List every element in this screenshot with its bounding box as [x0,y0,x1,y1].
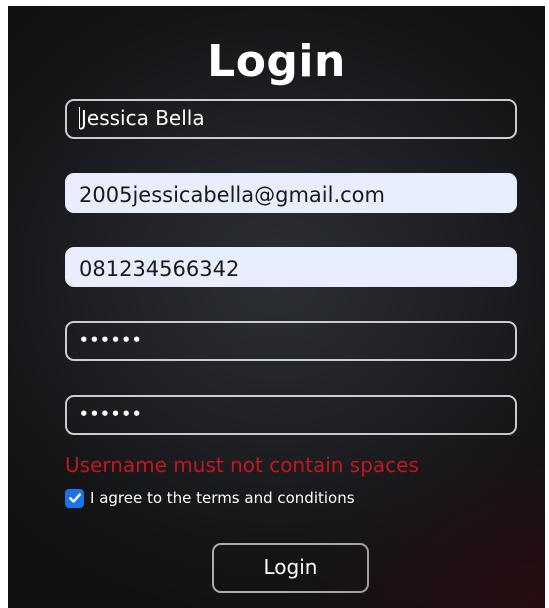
name-field-value: Jessica Bella [81,106,205,130]
confirm-password-field[interactable]: •••••• [65,395,517,435]
login-button[interactable]: Login [212,543,369,593]
name-field[interactable]: Jessica Bella [65,99,517,139]
phone-field[interactable]: 081234566342 [65,247,517,287]
email-field[interactable]: 2005jessicabella@gmail.com [65,173,517,213]
text-caret [79,106,80,129]
terms-label: I agree to the terms and conditions [90,489,355,507]
password-field[interactable]: •••••• [65,321,517,361]
page-title: Login [207,36,346,87]
checkmark-icon [68,493,81,503]
login-panel: Login Jessica Bella 2005jessicabella@gma… [8,6,545,608]
error-message: Username must not contain spaces [65,453,419,477]
terms-row: I agree to the terms and conditions [65,487,355,509]
terms-checkbox[interactable] [65,488,84,508]
page: Login Jessica Bella 2005jessicabella@gma… [0,0,549,608]
